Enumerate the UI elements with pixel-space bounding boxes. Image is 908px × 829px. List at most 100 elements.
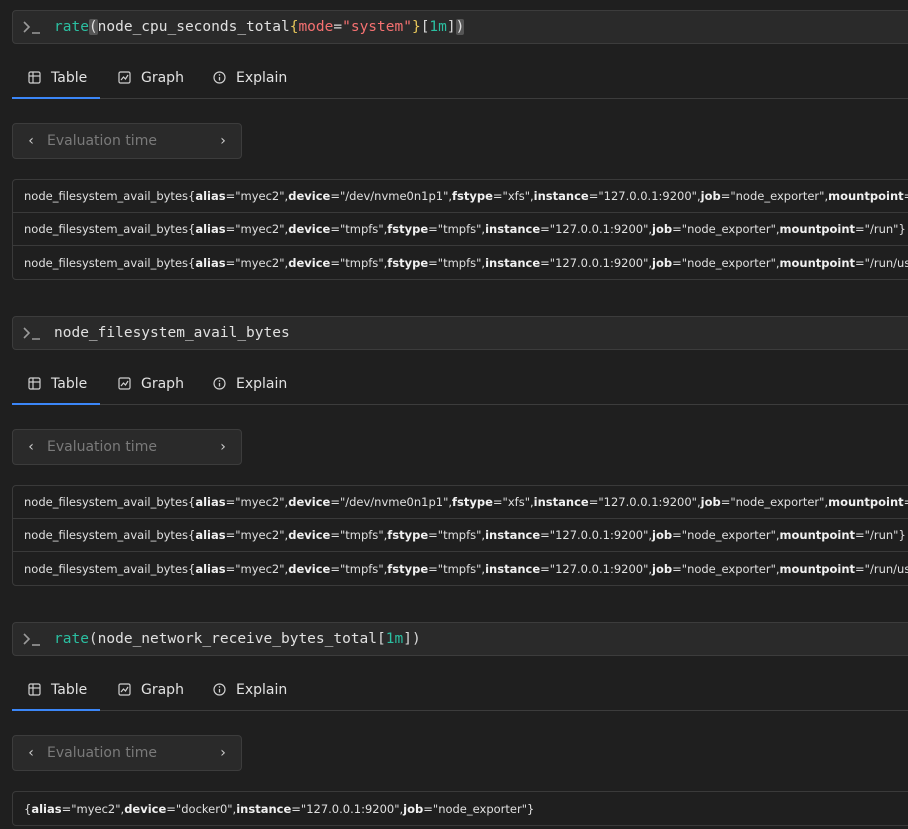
query-editor[interactable]: rate(node_cpu_seconds_total{mode="system… [12,10,908,44]
label-value: tmpfs [345,255,379,270]
label-value: 127.0.0.1:9200 [555,222,644,236]
terminal-prompt-icon [23,327,40,340]
label-value: docker0 [181,801,228,816]
label-key: job [700,189,721,203]
label-value: tmpfs [443,561,477,576]
label-value: /run/user/1000 [869,561,908,576]
label-key: alias [195,528,226,542]
query-text: rate(node_network_receive_bytes_total[1m… [54,631,421,647]
query-editor[interactable]: node_filesystem_avail_bytes [12,316,908,350]
label-value: xfs [507,495,525,509]
label-key: device [288,189,331,203]
metric-name: node_filesystem_avail_bytes [24,495,189,509]
label-key: alias [195,495,226,509]
terminal-prompt-icon [23,21,40,34]
chevron-left-icon[interactable]: ‹ [17,736,45,770]
evaluation-time-picker: ‹ Evaluation time › [12,123,242,159]
label-key: instance [485,528,541,542]
label-value: myec2 [76,801,116,816]
label-key: fstype [387,222,429,236]
metric-name: node_filesystem_avail_bytes [24,222,189,236]
query-panel-1: rate(node_cpu_seconds_total{mode="system… [0,10,908,280]
tab-label: Table [51,375,88,392]
label-key: device [288,495,331,509]
label-key: job [652,561,673,576]
chevron-left-icon[interactable]: ‹ [17,124,45,158]
label-value: node_exporter [438,801,522,816]
evaluation-time-picker: ‹ Evaluation time › [12,429,242,465]
label-key: device [288,255,331,270]
chevron-right-icon[interactable]: › [209,124,237,158]
tab-explain[interactable]: Explain [200,57,320,98]
tab-table[interactable]: Table [12,669,100,711]
label-key: instance [485,561,541,576]
metric-name: node_filesystem_avail_bytes [24,189,189,203]
label-key: mountpoint [779,561,856,576]
label-value: myec2 [240,561,280,576]
label-value: 127.0.0.1:9200 [555,528,644,542]
tab-label: Explain [236,375,288,392]
view-tabs: Table Graph Explain [12,669,908,711]
table-icon [28,377,41,390]
label-key: fstype [387,561,429,576]
results-table: node_filesystem_avail_bytes{alias =" myec2… [12,179,908,280]
query-editor[interactable]: rate(node_network_receive_bytes_total[1m… [12,622,908,656]
result-row: node_filesystem_avail_bytes{alias =" myec2… [13,246,908,279]
label-value: xfs [507,189,525,203]
label-value: /run [869,222,894,236]
label-value: node_exporter [687,222,771,236]
label-value: tmpfs [443,528,477,542]
evaluation-time-input[interactable]: Evaluation time [45,439,209,455]
query-text: node_filesystem_avail_bytes [54,325,290,341]
view-tabs: Table Graph Explain [12,363,908,405]
label-value: 127.0.0.1:9200 [603,495,692,509]
tab-graph[interactable]: Graph [102,363,200,404]
label-key: device [288,561,331,576]
tab-label: Graph [141,681,184,698]
result-row: node_filesystem_avail_bytes{alias =" myec2… [13,519,908,552]
label-value: 127.0.0.1:9200 [555,255,644,270]
info-icon [213,683,226,696]
query-text: rate(node_cpu_seconds_total{mode="system… [54,19,465,35]
chevron-right-icon[interactable]: › [209,736,237,770]
evaluation-time-input[interactable]: Evaluation time [45,745,209,761]
tab-graph[interactable]: Graph [102,57,200,98]
tab-table[interactable]: Table [12,57,100,99]
label-key: job [652,255,673,270]
table-icon [28,683,41,696]
label-key: job [652,222,673,236]
label-key: mountpoint [828,189,904,203]
tab-explain[interactable]: Explain [200,363,320,404]
chevron-right-icon[interactable]: › [209,430,237,464]
label-key: instance [533,189,589,203]
label-value: tmpfs [345,528,379,542]
evaluation-time-input[interactable]: Evaluation time [45,133,209,149]
label-key: fstype [387,528,429,542]
label-value: node_exporter [735,189,820,203]
graph-icon [118,377,131,390]
tab-label: Explain [236,69,288,86]
tab-table[interactable]: Table [12,363,100,405]
tab-graph[interactable]: Graph [102,669,200,710]
label-key: job [403,801,424,816]
tab-explain[interactable]: Explain [200,669,320,710]
label-key: fstype [452,189,493,203]
label-key: instance [533,495,589,509]
label-value: myec2 [240,255,280,270]
info-icon [213,377,226,390]
label-key: alias [195,561,226,576]
label-value: 127.0.0.1:9200 [306,801,395,816]
label-key: instance [485,255,541,270]
result-row: {alias =" myec2 ", device =" docker0 ", instan… [24,801,535,816]
query-panel-3: rate(node_network_receive_bytes_total[1m… [0,622,908,826]
label-key: device [124,801,167,816]
label-value: 127.0.0.1:9200 [555,561,644,576]
table-icon [28,71,41,84]
metric-name: node_filesystem_avail_bytes [24,528,189,542]
label-key: fstype [387,255,429,270]
label-value: myec2 [240,189,280,203]
chevron-left-icon[interactable]: ‹ [17,430,45,464]
label-key: alias [195,222,226,236]
label-key: device [288,528,331,542]
label-key: instance [236,801,292,816]
